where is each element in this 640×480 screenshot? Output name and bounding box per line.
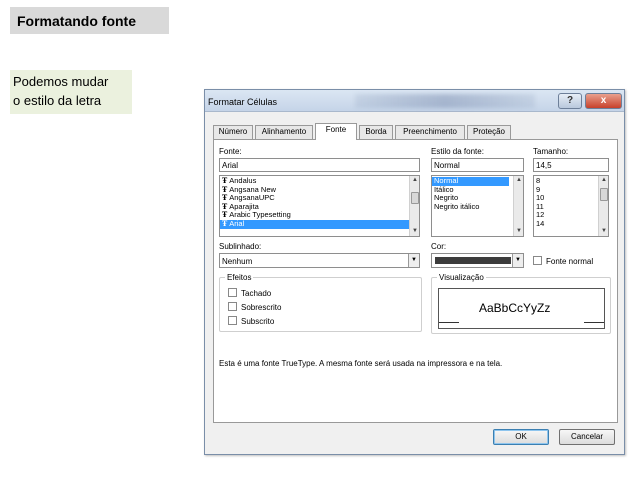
strikethrough-label: Tachado — [241, 289, 272, 298]
note-line-2: o estilo da letra — [13, 93, 102, 108]
font-description: Esta é uma fonte TrueType. A mesma fonte… — [219, 359, 503, 368]
underline-label: Sublinhado: — [219, 242, 262, 251]
scroll-up-icon[interactable]: ▲ — [599, 176, 608, 185]
size-list-item[interactable]: 14 — [534, 219, 608, 229]
dialog-title: Formatar Células — [208, 97, 278, 107]
underline-value: Nenhum — [222, 257, 253, 266]
strikethrough-checkbox[interactable] — [228, 288, 237, 297]
tab-borda[interactable]: Borda — [359, 125, 393, 139]
style-list[interactable]: Normal Itálico Negrito Negrito itálico ▲… — [431, 175, 524, 237]
slide-title: Formatando fonte — [10, 7, 169, 34]
subscript-checkbox[interactable] — [228, 316, 237, 325]
dialog-title-bar[interactable]: Formatar Células ? x — [205, 90, 624, 112]
font-list-item-selected[interactable]: Ŧ Arial — [220, 218, 409, 229]
scroll-down-icon[interactable]: ▼ — [514, 227, 523, 236]
size-list-item[interactable]: 8 — [534, 176, 608, 186]
superscript-label: Sobrescrito — [241, 303, 282, 312]
preview-label: Visualização — [437, 273, 486, 282]
tab-protecao[interactable]: Proteção — [467, 125, 511, 139]
superscript-checkbox[interactable] — [228, 302, 237, 311]
subscript-label: Subscrito — [241, 317, 275, 326]
style-input[interactable]: Normal — [431, 158, 524, 172]
color-label: Cor: — [431, 242, 447, 251]
scroll-thumb[interactable] — [600, 188, 608, 201]
preview-box: AaBbCcYyZz — [438, 288, 605, 329]
size-list-scrollbar[interactable]: ▲ ▼ — [598, 176, 608, 236]
size-input[interactable]: 14,5 — [533, 158, 609, 172]
size-list-item[interactable]: 12 — [534, 211, 608, 220]
note-line-1: Podemos mudar — [13, 74, 109, 89]
blurred-background — [355, 94, 535, 108]
tab-numero[interactable]: Número — [213, 125, 253, 139]
style-list-scrollbar[interactable]: ▲ ▼ — [513, 176, 523, 236]
size-list-item[interactable]: 9 — [534, 185, 608, 195]
color-swatch — [435, 257, 511, 264]
slide-note: Podemos mudar o estilo da letra — [10, 70, 132, 114]
tab-alinhamento[interactable]: Alinhamento — [255, 125, 313, 139]
tab-fonte[interactable]: Fonte — [315, 123, 357, 140]
preview-baseline-right — [584, 322, 604, 323]
scroll-up-icon[interactable]: ▲ — [514, 176, 523, 185]
font-label: Fonte: — [219, 147, 242, 156]
chevron-down-icon[interactable]: ▼ — [408, 254, 419, 267]
size-label: Tamanho: — [533, 147, 569, 156]
style-label: Estilo da fonte: — [431, 147, 484, 156]
tab-preenchimento[interactable]: Preenchimento — [395, 125, 465, 139]
size-list-item[interactable]: 11 — [534, 202, 608, 212]
effects-label: Efeitos — [225, 273, 254, 282]
format-cells-dialog: Formatar Células ? x Número Alinhamento … — [204, 89, 625, 455]
ok-button[interactable]: OK — [493, 429, 549, 445]
truetype-icon: Ŧ — [222, 176, 228, 185]
chevron-down-icon[interactable]: ▼ — [512, 254, 523, 267]
font-list-scrollbar[interactable]: ▲ ▼ — [409, 176, 419, 236]
color-select[interactable]: ▼ — [431, 253, 524, 268]
font-list[interactable]: Ŧ Andalus Ŧ Angsana New Ŧ AngsanaUPC Ŧ Apara… — [219, 175, 420, 237]
close-button[interactable]: x — [585, 93, 622, 109]
preview-baseline-left — [439, 322, 459, 323]
scroll-down-icon[interactable]: ▼ — [410, 227, 419, 236]
size-list-item[interactable]: 10 — [534, 194, 608, 203]
cancel-button[interactable]: Cancelar — [559, 429, 615, 445]
font-input[interactable]: Arial — [219, 158, 420, 172]
font-list-item[interactable]: Ŧ Arabic Typesetting — [220, 211, 419, 220]
truetype-icon: Ŧ — [222, 218, 228, 228]
normal-font-checkbox[interactable] — [533, 256, 542, 265]
scroll-up-icon[interactable]: ▲ — [410, 176, 419, 185]
style-list-item[interactable]: Negrito itálico — [432, 202, 523, 212]
truetype-icon: Ŧ — [222, 193, 228, 203]
font-tab-panel: Fonte: Arial Ŧ Andalus Ŧ Angsana New Ŧ Angs… — [213, 139, 618, 423]
normal-font-label: Fonte normal — [546, 257, 594, 266]
underline-select[interactable]: Nenhum ▼ — [219, 253, 420, 268]
preview-sample: AaBbCcYyZz — [479, 301, 551, 315]
help-button[interactable]: ? — [558, 93, 582, 109]
scroll-thumb[interactable] — [411, 192, 419, 204]
scroll-down-icon[interactable]: ▼ — [599, 227, 608, 236]
size-list[interactable]: 8 9 10 11 12 14 ▲ ▼ — [533, 175, 609, 237]
